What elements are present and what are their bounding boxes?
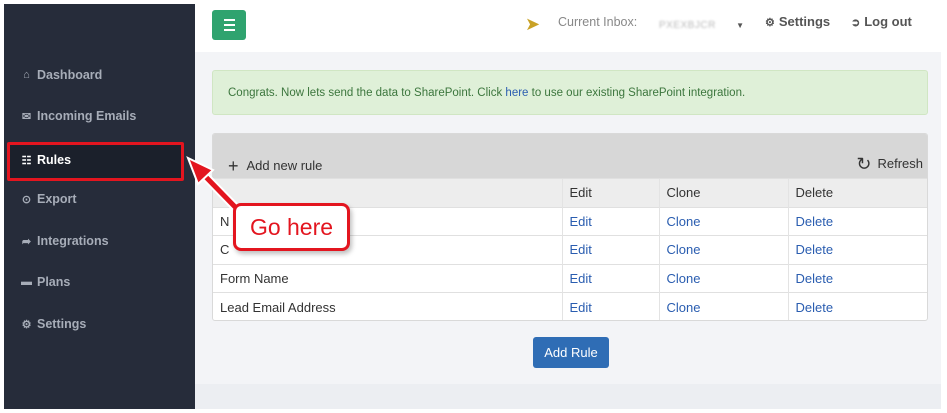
add-new-rule-button[interactable]: + Add new rule [228,154,323,176]
plus-icon: + [228,156,239,176]
panel-header: + Add new rule ↻ Refresh [213,134,927,178]
edit-link[interactable]: Edit [561,235,659,264]
share-arrow-icon: ➦ [21,235,32,248]
current-inbox-label: Current Inbox: [558,15,638,29]
edit-link[interactable]: Edit [561,206,659,236]
sidebar-item-plans[interactable]: ▬ Plans [4,264,195,300]
table-row: Form Name Edit Clone Delete [213,263,927,293]
circle-dot-icon: ⊙ [21,193,32,206]
add-rule-button[interactable]: Add Rule [533,337,609,368]
inbox-select-value: PXEXBJCR [659,19,716,31]
top-bar: ➤ Current Inbox: PXEXBJCR ▼ ⚙ Settings ➲ L… [195,4,941,52]
edit-link[interactable]: Edit [561,263,659,293]
hamburger-icon [223,19,235,21]
envelope-icon: ✉ [21,110,32,123]
sidebar-item-label: Export [37,192,77,206]
sidebar-item-incoming-emails[interactable]: ✉ Incoming Emails [4,98,195,134]
sidebar-item-export[interactable]: ⊙ Export [4,181,195,217]
paper-plane-icon: ➤ [525,14,541,34]
clone-link[interactable]: Clone [658,235,788,264]
sidebar-item-label: Settings [37,317,87,331]
gear-icon: ⚙ [21,318,32,331]
rules-highlight-box [7,142,184,181]
edit-link[interactable]: Edit [561,292,659,320]
delete-link[interactable]: Delete [787,235,927,264]
clone-link[interactable]: Clone [658,292,788,320]
clone-link[interactable]: Clone [658,263,788,293]
gear-icon: ⚙ [765,17,775,29]
column-header-delete: Delete [787,178,927,207]
sign-out-icon: ➲ [851,17,861,29]
sidebar-item-label: Incoming Emails [37,109,137,123]
logout-link-label: Log out [864,14,912,29]
sidebar: ⌂ Dashboard ✉ Incoming Emails ☷ Rules ⊙ … [4,4,195,409]
go-here-callout: Go here [233,203,350,251]
sidebar-item-dashboard[interactable]: ⌂ Dashboard [4,57,195,93]
home-icon: ⌂ [23,69,30,81]
rule-name: Form Name [213,263,562,293]
delete-link[interactable]: Delete [787,292,927,320]
sidebar-item-settings[interactable]: ⚙ Settings [4,306,195,342]
sidebar-item-label: Dashboard [37,68,103,82]
column-header-clone: Clone [658,178,788,207]
clone-link[interactable]: Clone [658,206,788,236]
settings-link-label: Settings [778,14,831,29]
card-icon: ▬ [21,276,32,288]
logout-link[interactable]: ➲ Log out [851,14,912,29]
menu-toggle-button[interactable] [212,10,246,40]
delete-link[interactable]: Delete [787,263,927,293]
success-alert: Congrats. Now lets send the data to Shar… [212,70,928,115]
inbox-select[interactable]: PXEXBJCR ▼ [647,9,753,41]
sidebar-item-label: Integrations [37,234,109,248]
rule-name: Lead Email Address [213,292,562,320]
add-new-rule-label: Add new rule [246,158,323,173]
sidebar-item-integrations[interactable]: ➦ Integrations [4,223,195,259]
delete-link[interactable]: Delete [787,206,927,236]
caret-down-icon: ▼ [736,21,744,30]
refresh-icon: ↻ [856,154,872,174]
alert-text-before: Congrats. Now lets send the data to Shar… [228,87,506,99]
content-footer-strip [195,384,941,409]
sidebar-item-label: Plans [37,275,71,289]
settings-link[interactable]: ⚙ Settings [765,14,830,29]
column-header-edit: Edit [561,178,659,207]
table-row: Lead Email Address Edit Clone Delete [213,292,927,320]
refresh-button[interactable]: ↻ Refresh [856,152,923,174]
alert-text-after: to use our existing SharePoint integrati… [528,87,746,99]
alert-link[interactable]: here [505,87,528,99]
refresh-label: Refresh [877,156,923,171]
